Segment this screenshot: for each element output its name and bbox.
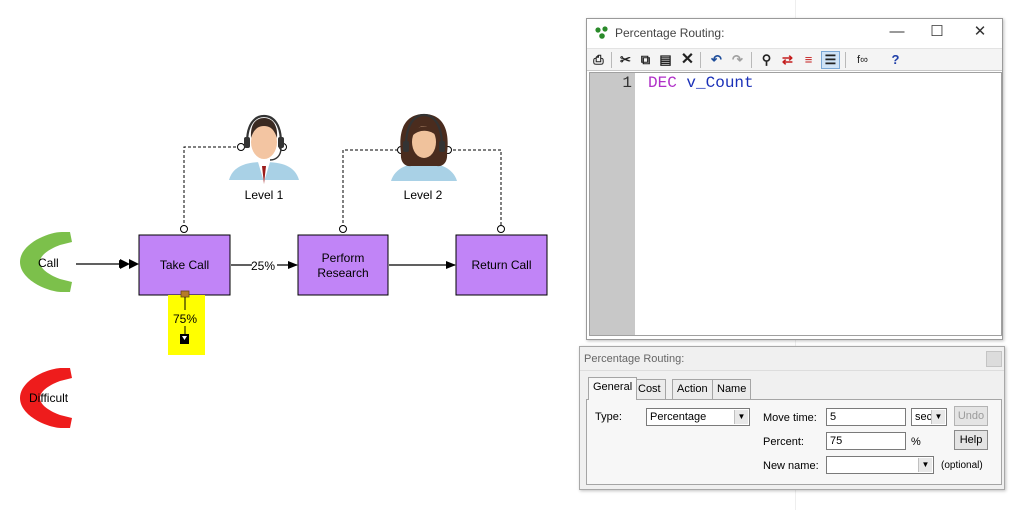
resource-link-level2-research — [342, 149, 401, 228]
type-label: Type: — [595, 411, 622, 423]
copy-icon[interactable]: ⧉ — [636, 51, 655, 69]
activity-return-call[interactable]: Return Call — [455, 234, 548, 296]
resource-link-level2-return — [448, 149, 502, 228]
resource-level2[interactable]: Level 2 — [391, 113, 457, 202]
activity-take-call[interactable]: Take Call — [138, 234, 231, 296]
activity-take-call-label: Take Call — [160, 258, 209, 272]
time-unit-value: sec — [915, 411, 933, 423]
close-icon[interactable] — [986, 351, 1002, 367]
props-titlebar[interactable]: Percentage Routing: — [580, 347, 1004, 371]
connection-port[interactable] — [339, 225, 347, 233]
toolbar-separator — [611, 52, 612, 68]
resource-link-level1-take-call — [183, 146, 241, 228]
line-number-gutter: 1 — [590, 73, 635, 335]
tab-action[interactable]: Action — [672, 379, 713, 399]
chevron-down-icon: ▼ — [734, 410, 748, 424]
optional-note: (optional) — [941, 460, 983, 471]
female-agent-icon — [391, 113, 457, 181]
connection-port[interactable] — [497, 225, 505, 233]
expression-editor-window[interactable]: Percentage Routing: — ☐ ✕ ⎙ ✂ ⧉ ▤ ✕ ↶ ↷ … — [586, 18, 1003, 340]
toolbar-separator — [751, 52, 752, 68]
function-icon[interactable]: f∞ — [853, 51, 872, 69]
help-icon[interactable]: ? — [886, 51, 905, 69]
goto-icon[interactable]: ≡ — [799, 51, 818, 69]
new-name-label: New name: — [763, 460, 819, 472]
find-icon[interactable]: ⚲ — [757, 51, 776, 69]
paste-icon[interactable]: ▤ — [656, 51, 675, 69]
code-editor[interactable]: 1 DEC v_Count — [589, 72, 1002, 336]
percent-label: Percent: — [763, 436, 804, 448]
percent-input[interactable]: 75 — [826, 432, 906, 450]
difficult-call-node[interactable]: Difficult — [20, 368, 72, 428]
line-number: 1 — [622, 74, 632, 92]
minimize-icon[interactable]: — — [882, 22, 912, 42]
app-icon — [595, 26, 608, 39]
code-keyword: DEC — [648, 74, 677, 92]
difficult-call-label: Difficult — [29, 391, 69, 405]
time-unit-select[interactable]: sec ▼ — [911, 408, 947, 426]
type-select-value: Percentage — [650, 411, 707, 423]
routing-75-selected[interactable]: 75% — [168, 290, 205, 355]
replace-icon[interactable]: ⇄ — [778, 51, 797, 69]
toolbar-separator — [845, 52, 846, 68]
maximize-icon[interactable]: ☐ — [922, 22, 952, 42]
undo-button[interactable]: Undo — [954, 406, 988, 426]
tab-cost[interactable]: Cost — [633, 379, 666, 399]
code-line[interactable]: DEC v_Count — [648, 74, 754, 92]
format-icon[interactable]: ☰ — [821, 51, 840, 69]
chevron-down-icon: ▼ — [931, 410, 945, 424]
routing-percent-upper: 25% — [251, 259, 275, 273]
tab-general[interactable]: General — [588, 377, 638, 400]
process-canvas[interactable]: Call Difficult 25% Take Call Perform Res… — [0, 0, 580, 510]
cut-icon[interactable]: ✂ — [616, 51, 635, 69]
activity-perform-research[interactable]: Perform Research — [297, 234, 389, 296]
undo-icon[interactable]: ↶ — [707, 51, 726, 69]
toolbar-separator — [700, 52, 701, 68]
type-select[interactable]: Percentage ▼ — [646, 408, 750, 426]
code-identifier: v_Count — [686, 74, 754, 92]
start-call-node[interactable]: Call — [20, 232, 72, 292]
editor-toolbar: ⎙ ✂ ⧉ ▤ ✕ ↶ ↷ ⚲ ⇄ ≡ ☰ f∞ ? — [587, 48, 1002, 71]
resource-level2-label: Level 2 — [404, 188, 443, 202]
activity-research-label-line1: Perform — [322, 251, 365, 265]
help-button[interactable]: Help — [954, 430, 988, 450]
start-call-label: Call — [38, 256, 59, 270]
move-time-input[interactable]: 5 — [826, 408, 906, 426]
activity-research-label-line2: Research — [317, 266, 368, 280]
redo-icon[interactable]: ↷ — [728, 51, 747, 69]
connection-port[interactable] — [180, 225, 188, 233]
editor-titlebar[interactable]: Percentage Routing: — ☐ ✕ — [587, 19, 1002, 47]
resource-level1[interactable]: Level 1 — [229, 114, 299, 202]
props-title: Percentage Routing: — [584, 353, 685, 365]
activity-return-call-label: Return Call — [471, 258, 531, 272]
print-icon[interactable]: ⎙ — [589, 51, 608, 69]
routing-properties-dialog[interactable]: Percentage Routing: General Cost Action … — [579, 346, 1005, 490]
routing-percent-lower: 75% — [173, 312, 197, 326]
connection-port[interactable] — [237, 143, 245, 151]
resource-level1-label: Level 1 — [245, 188, 284, 202]
new-name-select[interactable]: ▼ — [826, 456, 934, 474]
delete-icon[interactable]: ✕ — [678, 51, 697, 69]
tab-name[interactable]: Name — [712, 379, 752, 399]
percent-symbol: % — [911, 436, 921, 448]
editor-title: Percentage Routing: — [615, 26, 725, 40]
move-time-label: Move time: — [763, 412, 817, 424]
double-arrow-icon — [120, 259, 139, 269]
chevron-down-icon: ▼ — [918, 458, 932, 472]
close-icon[interactable]: ✕ — [965, 22, 995, 42]
